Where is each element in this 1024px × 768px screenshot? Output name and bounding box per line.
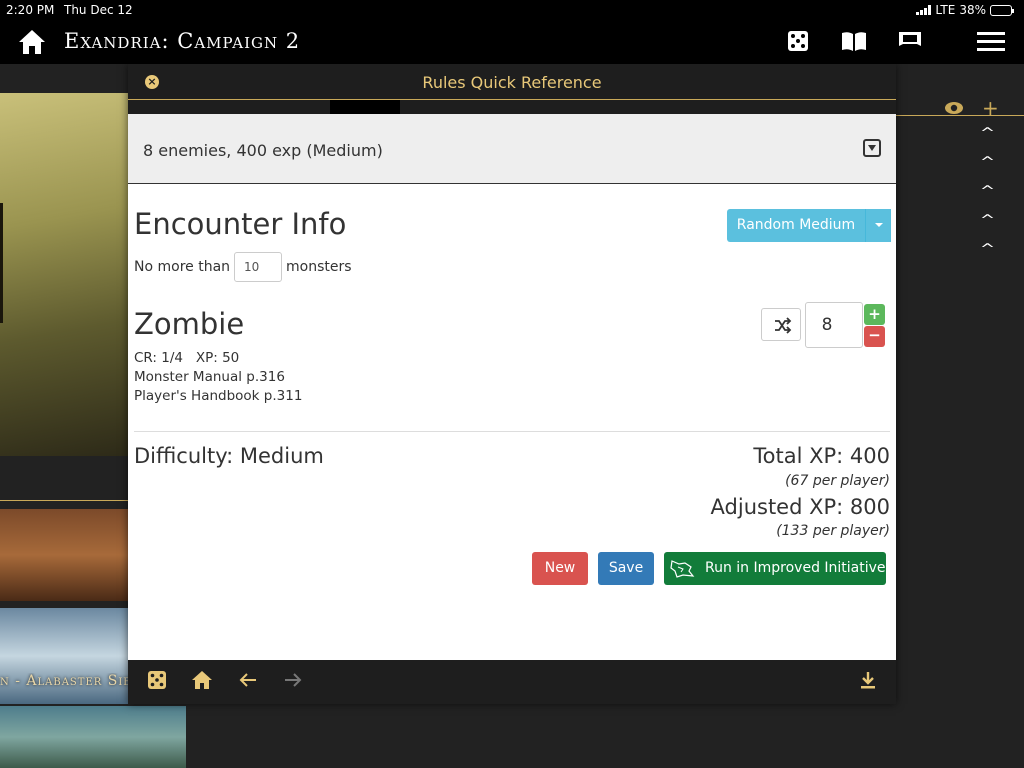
eye-icon[interactable]: [944, 100, 964, 119]
monster-limit-input[interactable]: [234, 252, 283, 282]
chevron-up-icon[interactable]: ^: [980, 126, 995, 141]
new-button[interactable]: New: [532, 552, 588, 585]
monster-cr: CR: 1/4: [134, 350, 183, 366]
status-bar: 2:20 PM Thu Dec 12 LTE 38%: [0, 0, 1024, 20]
dice-icon[interactable]: [147, 670, 167, 694]
limit-prefix: No more than: [134, 259, 231, 275]
run-button-label: Run in Improved Initiative: [705, 560, 886, 576]
random-button-label[interactable]: Random Medium: [727, 209, 865, 242]
rules-quick-reference-modal: × Rules Quick Reference 8 enemies, 400 e…: [128, 64, 896, 704]
home-icon[interactable]: [191, 670, 213, 694]
background-artwork-ship: [0, 93, 128, 456]
total-xp: Total XP: 400: [753, 444, 890, 468]
status-time: 2:20 PM: [6, 3, 55, 17]
right-rail: + ^ ^ ^ ^ ^: [896, 64, 1024, 768]
map-icon[interactable]: [897, 30, 923, 56]
home-icon[interactable]: [18, 29, 46, 59]
monster-xp: XP: 50: [195, 350, 240, 366]
monster-name[interactable]: Zombie: [134, 307, 244, 341]
status-right: LTE 38%: [916, 3, 1014, 17]
signal-icon: [916, 5, 932, 15]
right-rail-divider: [896, 115, 1024, 116]
ship-mast: [0, 203, 40, 323]
adjusted-xp-per-player: (133 per player): [776, 523, 890, 539]
encounter-summary: 8 enemies, 400 exp (Medium): [143, 141, 383, 160]
status-date: Thu Dec 12: [64, 3, 133, 17]
total-xp-per-player: (67 per player): [785, 473, 890, 489]
adjusted-xp: Adjusted XP: 800: [710, 495, 890, 519]
modal-header: × Rules Quick Reference: [128, 64, 896, 100]
chevron-up-icon[interactable]: ^: [980, 155, 995, 170]
save-button[interactable]: Save: [598, 552, 654, 585]
battery-label: 38%: [959, 3, 986, 17]
difficulty-label: Difficulty: Medium: [134, 444, 324, 468]
background-divider: [0, 500, 128, 501]
shuffle-button[interactable]: [761, 308, 801, 341]
encounter-info-heading: Encounter Info: [134, 207, 347, 241]
active-tab-indicator[interactable]: [330, 100, 400, 114]
app-title: Exandria: Campaign 2: [64, 29, 301, 53]
battery-icon: [990, 4, 1014, 16]
chevron-up-icon[interactable]: ^: [980, 184, 995, 199]
modal-title: Rules Quick Reference: [422, 73, 602, 92]
monster-source-phb[interactable]: Player's Handbook p.311: [134, 387, 302, 406]
chevron-up-icon[interactable]: ^: [980, 213, 995, 228]
background-artwork-galleon: [0, 509, 128, 601]
run-improved-initiative-button[interactable]: Run in Improved Initiative: [664, 552, 886, 585]
background-artwork-wave: [0, 608, 128, 704]
carrier-label: LTE: [935, 3, 956, 17]
monster-source-mm[interactable]: Monster Manual p.316: [134, 368, 302, 387]
monster-limit-row: No more than monsters: [134, 252, 352, 282]
chevron-down-icon[interactable]: [865, 209, 891, 242]
background-artwork-coast: [0, 706, 186, 768]
monster-count-input[interactable]: [805, 302, 863, 348]
background-card-label: n - Alabaster Sie: [0, 673, 128, 689]
modal-tab-strip: [128, 100, 896, 114]
increment-button[interactable]: +: [864, 304, 885, 325]
book-icon[interactable]: [840, 30, 868, 56]
limit-suffix: monsters: [286, 259, 352, 275]
results-divider: [134, 431, 890, 432]
collapse-toggle-icon[interactable]: [863, 139, 881, 157]
encounter-summary-bar[interactable]: 8 enemies, 400 exp (Medium): [128, 114, 896, 184]
dice-icon[interactable]: [787, 30, 809, 56]
monster-details: CR: 1/4 XP: 50 Monster Manual p.316 Play…: [134, 349, 302, 406]
plus-icon[interactable]: +: [982, 96, 999, 120]
random-encounter-button[interactable]: Random Medium: [727, 209, 891, 242]
shuffle-icon: [775, 317, 792, 334]
decrement-button[interactable]: −: [864, 326, 885, 347]
improved-initiative-icon: [669, 558, 695, 593]
menu-icon[interactable]: [977, 30, 1005, 56]
arrow-right-icon: [283, 670, 303, 694]
app-header: Exandria: Campaign 2: [0, 20, 1024, 64]
chevron-up-icon[interactable]: ^: [980, 242, 995, 257]
download-icon[interactable]: [858, 670, 878, 694]
modal-footer-toolbar: [128, 660, 896, 704]
monster-stats: CR: 1/4 XP: 50: [134, 349, 302, 368]
arrow-left-icon[interactable]: [238, 670, 258, 694]
